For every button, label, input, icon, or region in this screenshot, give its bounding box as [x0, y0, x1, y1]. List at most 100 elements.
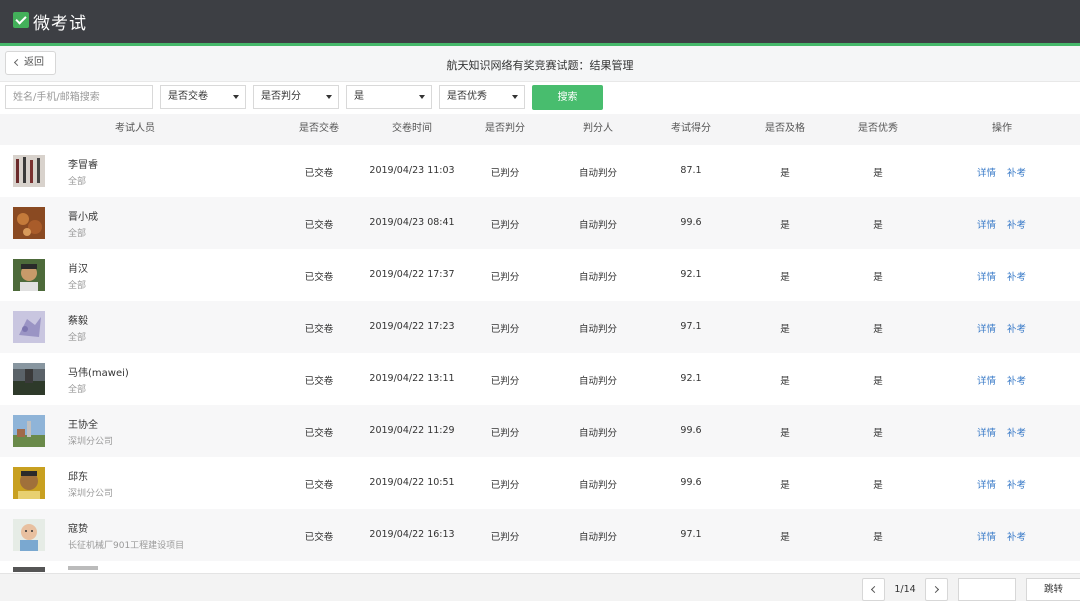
user-dept: 深圳分公司	[68, 489, 114, 499]
detail-link[interactable]: 详情	[977, 529, 996, 543]
detail-link[interactable]: 详情	[977, 373, 996, 387]
search-input[interactable]	[5, 85, 153, 109]
chevron-left-icon	[870, 585, 879, 594]
table-row: 李冒睿 全部 已交卷 2019/04/23 11:03 已判分 自动判分 87.…	[0, 145, 1080, 197]
retake-link[interactable]: 补考	[1007, 269, 1026, 283]
avatar	[13, 363, 45, 395]
detail-link[interactable]: 详情	[977, 425, 996, 439]
passed-cell: 是	[780, 168, 790, 179]
time-cell: 2019/04/23 11:03	[369, 165, 455, 176]
graded-select[interactable]: 是否判分	[253, 85, 339, 109]
retake-link[interactable]: 补考	[1007, 425, 1026, 439]
score-cell: 87.1	[680, 165, 702, 176]
score-cell: 99.6	[680, 477, 702, 488]
table-row: 晋小成 全部 已交卷 2019/04/23 08:41 已判分 自动判分 99.…	[0, 197, 1080, 249]
avatar	[13, 519, 45, 551]
retake-link[interactable]: 补考	[1007, 217, 1026, 231]
retake-link[interactable]: 补考	[1007, 529, 1026, 543]
submitted-cell: 已交卷	[304, 376, 334, 387]
passed-cell: 是	[780, 532, 790, 543]
excellent-cell: 是	[873, 532, 883, 543]
retake-link[interactable]: 补考	[1007, 477, 1026, 491]
submitted-select[interactable]: 是否交卷	[160, 85, 246, 109]
graded-cell: 已判分	[490, 220, 520, 231]
pass-select[interactable]: 是	[346, 85, 432, 109]
avatar	[13, 155, 45, 187]
user-name: 马伟(mawei)	[68, 368, 129, 379]
table-row: 王协全 深圳分公司 已交卷 2019/04/22 11:29 已判分 自动判分 …	[0, 405, 1080, 457]
graded-cell: 已判分	[490, 532, 520, 543]
user-name: 肖汉	[68, 264, 88, 275]
score-cell: 97.1	[680, 529, 702, 540]
time-cell: 2019/04/22 11:29	[369, 425, 455, 436]
excellent-cell: 是	[873, 272, 883, 283]
excellent-cell: 是	[873, 168, 883, 179]
user-dept: 全部	[68, 281, 87, 291]
column-header: 是否优秀	[858, 123, 898, 134]
detail-link[interactable]: 详情	[977, 165, 996, 179]
search-button[interactable]: 搜索	[532, 85, 603, 110]
avatar	[13, 207, 45, 239]
page-jump-input[interactable]	[958, 578, 1016, 601]
column-header: 是否交卷	[299, 123, 339, 134]
column-header: 交卷时间	[392, 123, 432, 134]
avatar	[13, 467, 45, 499]
detail-link[interactable]: 详情	[977, 321, 996, 335]
page-jump-button[interactable]: 跳转	[1026, 578, 1080, 601]
excellent-select[interactable]: 是否优秀	[439, 85, 525, 109]
user-dept: 全部	[68, 177, 87, 187]
graded-cell: 已判分	[490, 428, 520, 439]
next-page-button[interactable]	[925, 578, 948, 601]
user-name: 晋小成	[68, 212, 98, 223]
grader-cell: 自动判分	[578, 168, 617, 179]
column-header: 操作	[992, 123, 1012, 134]
user-dept: 全部	[68, 333, 87, 343]
submitted-cell: 已交卷	[304, 480, 334, 491]
excellent-select-value: 是否优秀	[447, 91, 487, 102]
page-indicator: 1/14	[894, 584, 916, 595]
time-cell: 2019/04/22 16:13	[369, 529, 455, 540]
user-name: 蔡毅	[68, 316, 88, 327]
prev-page-button[interactable]	[862, 578, 885, 601]
column-header: 考试得分	[671, 123, 711, 134]
time-cell: 2019/04/22 13:11	[369, 373, 455, 384]
detail-link[interactable]: 详情	[977, 477, 996, 491]
submitted-select-value: 是否交卷	[168, 91, 208, 102]
user-dept: 全部	[68, 385, 87, 395]
user-name: 寇贽	[68, 524, 88, 535]
detail-link[interactable]: 详情	[977, 269, 996, 283]
retake-link[interactable]: 补考	[1007, 165, 1026, 179]
submitted-cell: 已交卷	[304, 324, 334, 335]
detail-link[interactable]: 详情	[977, 217, 996, 231]
excellent-cell: 是	[873, 324, 883, 335]
table-header: 考试人员 是否交卷 交卷时间 是否判分 判分人 考试得分 是否及格 是否优秀 操…	[0, 114, 1080, 145]
time-cell: 2019/04/23 08:41	[369, 217, 455, 228]
table-row: 邱东 深圳分公司 已交卷 2019/04/22 10:51 已判分 自动判分 9…	[0, 457, 1080, 509]
passed-cell: 是	[780, 376, 790, 387]
retake-link[interactable]: 补考	[1007, 373, 1026, 387]
pagination: 1/14 跳转	[0, 573, 1080, 601]
retake-link[interactable]: 补考	[1007, 321, 1026, 335]
pass-select-value: 是	[354, 91, 364, 102]
submitted-cell: 已交卷	[304, 168, 334, 179]
caret-down-icon	[512, 95, 518, 99]
table-row: 寇贽 长征机械厂901工程建设项目 已交卷 2019/04/22 16:13 已…	[0, 509, 1080, 561]
score-cell: 97.1	[680, 321, 702, 332]
chevron-right-icon	[931, 585, 940, 594]
user-name-cutoff	[68, 566, 98, 570]
caret-down-icon	[419, 95, 425, 99]
page-title: 航天知识网络有奖竞赛试题：结果管理	[446, 59, 634, 72]
graded-cell: 已判分	[490, 168, 520, 179]
score-cell: 99.6	[680, 217, 702, 228]
grader-cell: 自动判分	[578, 376, 617, 387]
graded-cell: 已判分	[490, 272, 520, 283]
user-name: 李冒睿	[68, 160, 98, 171]
user-dept: 深圳分公司	[68, 437, 114, 447]
column-header: 是否及格	[765, 123, 805, 134]
excellent-cell: 是	[873, 220, 883, 231]
passed-cell: 是	[780, 428, 790, 439]
time-cell: 2019/04/22 17:23	[369, 321, 455, 332]
user-dept: 全部	[68, 229, 87, 239]
avatar	[13, 311, 45, 343]
user-dept: 长征机械厂901工程建设项目	[68, 541, 185, 551]
